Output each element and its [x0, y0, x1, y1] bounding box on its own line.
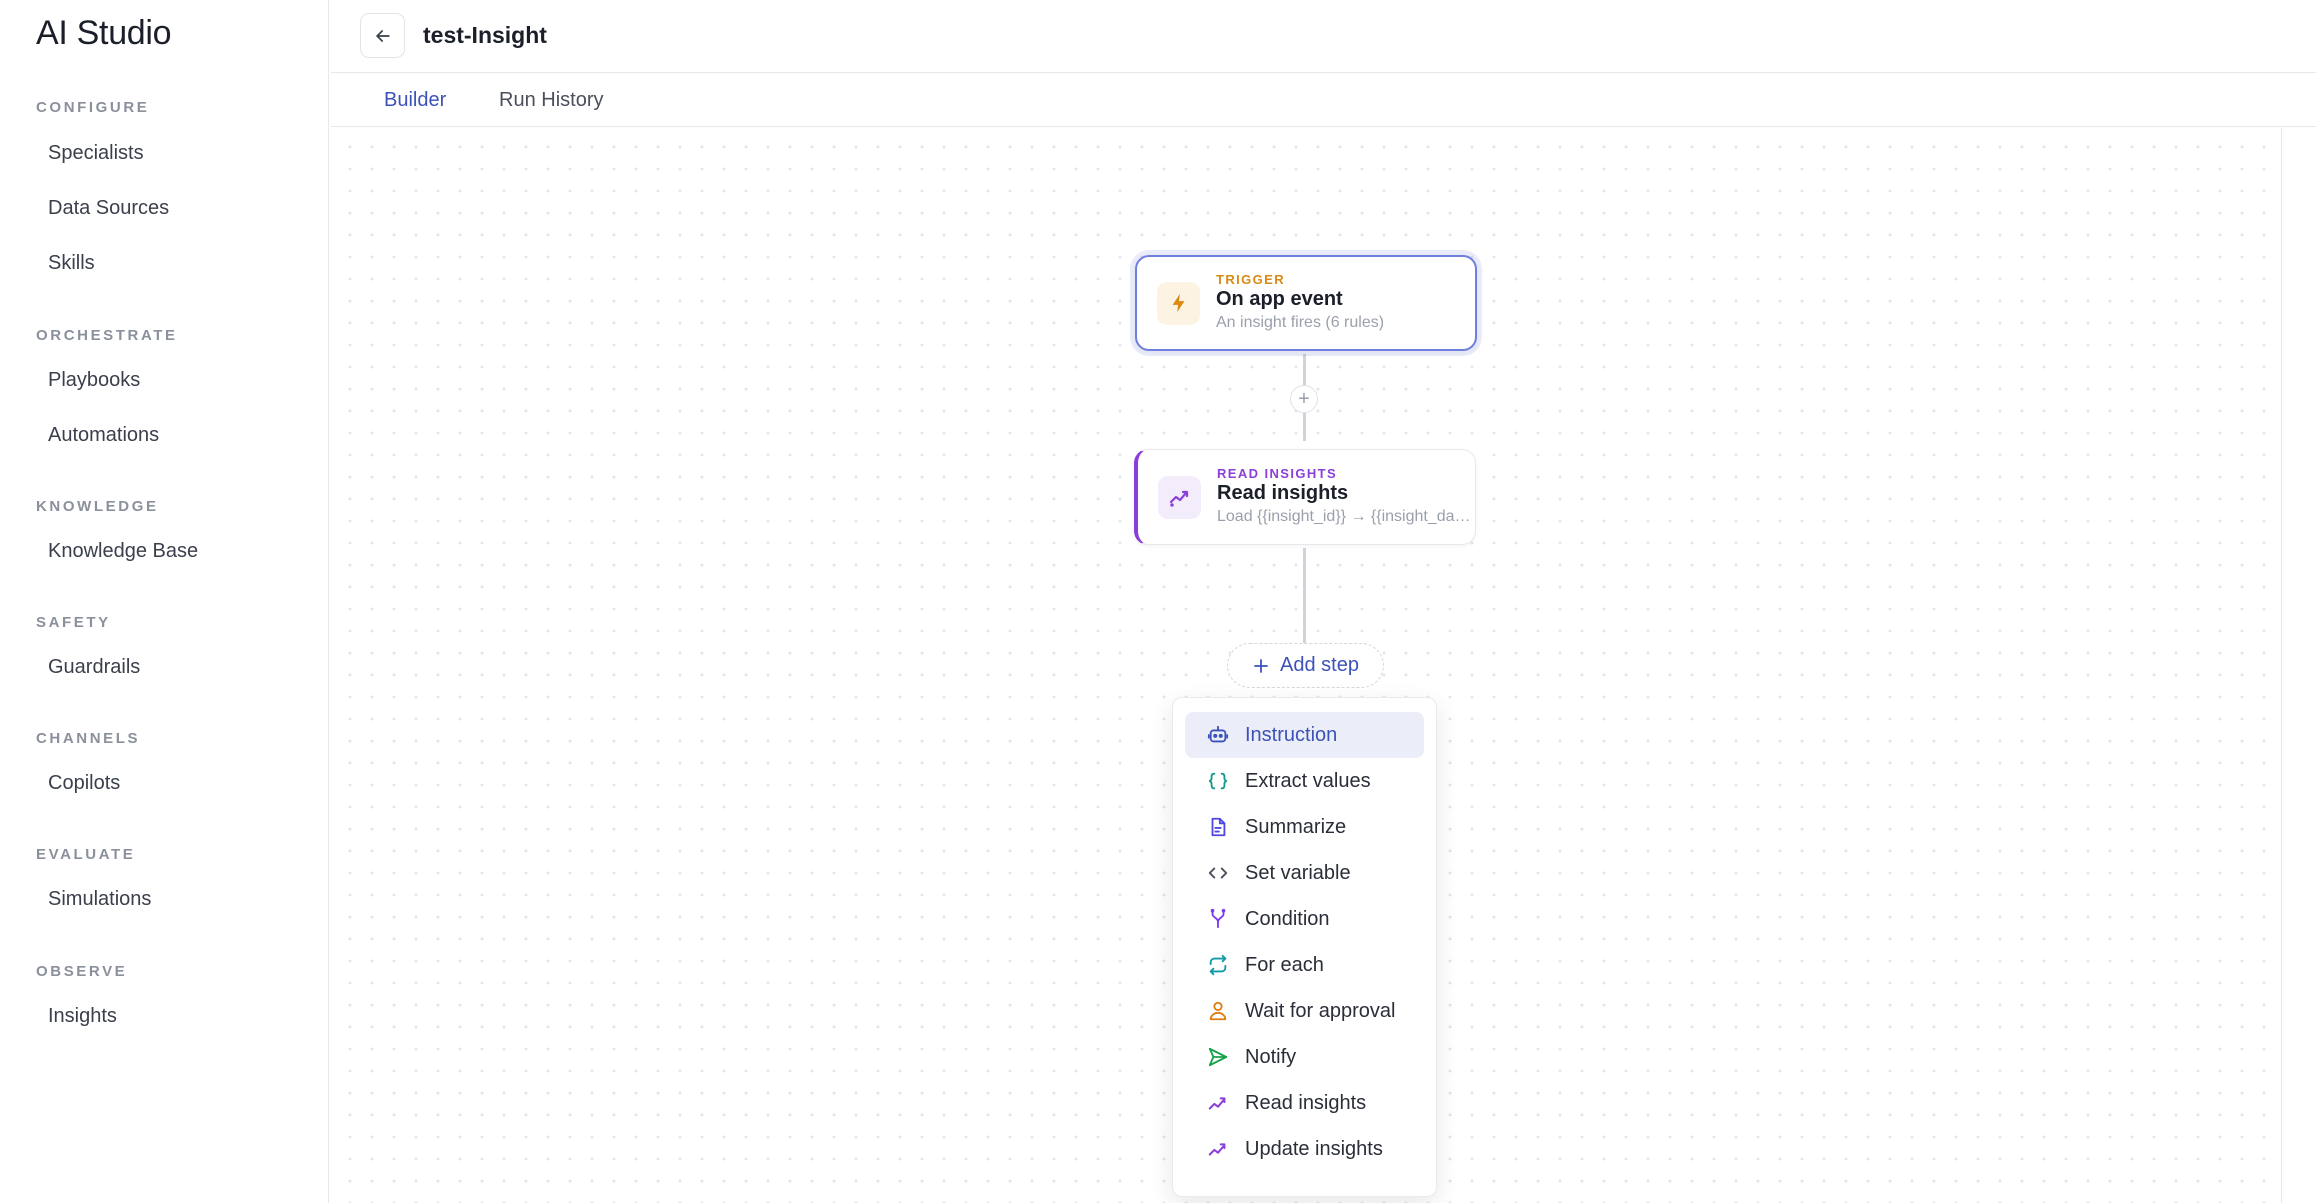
document-icon [1207, 816, 1229, 838]
menu-item-notify[interactable]: Notify [1185, 1034, 1424, 1080]
nav-item-knowledge-base[interactable]: Knowledge Base [36, 529, 306, 573]
section-label-channels: CHANNELS [36, 730, 141, 747]
menu-item-label: Extract values [1245, 769, 1371, 792]
trend-icon [1158, 475, 1201, 519]
app-title: AI Studio [36, 14, 172, 52]
nav-item-guardrails[interactable]: Guardrails [36, 645, 306, 689]
plus-icon [1254, 658, 1268, 673]
nav-item-automations[interactable]: Automations [36, 413, 306, 457]
menu-item-label: Update insights [1245, 1137, 1383, 1160]
person-icon [1207, 1000, 1229, 1022]
page-header: test-Insight [331, 0, 2316, 73]
connector-line [1303, 548, 1306, 643]
section-label-safety: SAFETY [36, 614, 111, 631]
node-kind-label: READ INSIGHTS [1217, 466, 1338, 481]
menu-item-label: Wait for approval [1245, 999, 1396, 1022]
nav-item-simulations[interactable]: Simulations [36, 877, 306, 921]
tab-bar: Builder Run History [331, 74, 2316, 127]
sidebar: AI Studio CONFIGURE Specialists Data Sou… [0, 0, 329, 1203]
repeat-icon [1207, 954, 1229, 976]
node-description: Load {{insight_id}} → {{insight_data}} [1217, 508, 1472, 525]
nav-item-copilots[interactable]: Copilots [36, 761, 306, 805]
add-step-button[interactable]: Add step [1227, 643, 1384, 688]
trend-icon [1207, 1092, 1229, 1114]
section-label-observe: OBSERVE [36, 963, 128, 980]
arrow-left-icon [375, 29, 390, 42]
menu-item-label: Notify [1245, 1045, 1297, 1068]
menu-item-label: Condition [1245, 907, 1330, 930]
menu-item-label: Set variable [1245, 861, 1351, 884]
nav-item-skills[interactable]: Skills [36, 241, 306, 285]
menu-item-condition[interactable]: Condition [1185, 896, 1424, 942]
branch-icon [1207, 908, 1229, 930]
send-icon [1207, 1046, 1229, 1068]
menu-item-extract-values[interactable]: Extract values [1185, 758, 1424, 804]
tab-run-history[interactable]: Run History [499, 74, 603, 127]
menu-item-summarize[interactable]: Summarize [1185, 804, 1424, 850]
trend-icon [1207, 1138, 1229, 1160]
node-description: An insight fires (6 rules) [1216, 314, 1385, 331]
menu-item-instruction[interactable]: Instruction [1185, 712, 1424, 758]
bolt-icon [1157, 281, 1200, 325]
menu-item-label: Instruction [1245, 723, 1338, 746]
back-button[interactable] [360, 13, 405, 58]
menu-item-set-variable[interactable]: Set variable [1185, 850, 1424, 896]
nav-item-insights[interactable]: Insights [36, 994, 306, 1038]
right-panel [2281, 128, 2316, 1203]
menu-item-label: Summarize [1245, 815, 1347, 838]
insert-step-button[interactable]: + [1290, 385, 1318, 413]
nav-item-specialists[interactable]: Specialists [36, 131, 306, 175]
node-kind-label: TRIGGER [1216, 272, 1286, 287]
node-title: On app event [1216, 288, 1343, 310]
section-label-configure: CONFIGURE [36, 99, 150, 116]
menu-item-for-each[interactable]: For each [1185, 942, 1424, 988]
menu-item-read-insights[interactable]: Read insights [1185, 1080, 1424, 1126]
section-label-knowledge: KNOWLEDGE [36, 498, 159, 515]
code-icon [1207, 862, 1229, 884]
section-label-evaluate: EVALUATE [36, 846, 136, 863]
nav-item-data-sources[interactable]: Data Sources [36, 186, 306, 230]
step-type-menu: Instruction Extract values Summarize Set… [1172, 697, 1437, 1197]
read-insights-node[interactable]: READ INSIGHTS Read insights Load {{insig… [1134, 449, 1476, 545]
robot-icon [1207, 724, 1229, 746]
tab-builder[interactable]: Builder [384, 74, 446, 127]
menu-item-label: For each [1245, 953, 1324, 976]
node-title: Read insights [1217, 482, 1349, 504]
page-title: test-Insight [423, 22, 547, 48]
menu-item-label: Read insights [1245, 1091, 1367, 1114]
add-step-label: Add step [1280, 654, 1359, 676]
nav-item-playbooks[interactable]: Playbooks [36, 358, 306, 402]
section-label-orchestrate: ORCHESTRATE [36, 327, 178, 344]
trigger-node[interactable]: TRIGGER On app event An insight fires (6… [1135, 255, 1477, 351]
braces-icon [1207, 770, 1229, 792]
menu-item-wait-for-approval[interactable]: Wait for approval [1185, 988, 1424, 1034]
menu-item-update-insights[interactable]: Update insights [1185, 1126, 1424, 1172]
